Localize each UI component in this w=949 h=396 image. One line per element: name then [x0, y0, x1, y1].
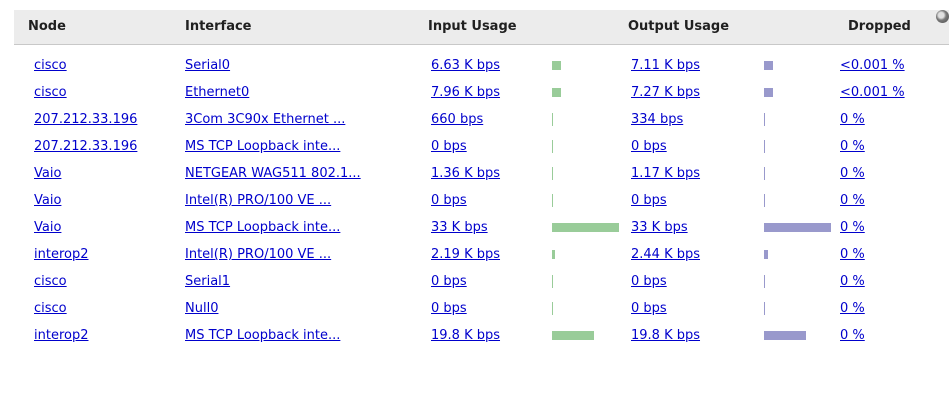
input-usage-bar: [552, 250, 555, 259]
input-usage-bar: [552, 88, 561, 97]
table-header: Node Interface Input Usage Output Usage …: [14, 10, 949, 45]
column-header-input-usage[interactable]: Input Usage: [428, 10, 517, 44]
input-usage-bar: [552, 167, 553, 180]
output-usage-bar: [764, 275, 765, 288]
table-row: cisco Ethernet0 7.96 K bps 7.27 K bps <0.001…: [14, 79, 949, 106]
output-usage-link[interactable]: 7.11 K bps: [631, 52, 700, 79]
table-row: 207.212.33.196 MS TCP Loopback inte... 0 b…: [14, 133, 949, 160]
node-link[interactable]: cisco: [34, 79, 67, 106]
output-usage-bar: [764, 223, 831, 232]
dropped-link[interactable]: 0 %: [840, 133, 865, 160]
dropped-link[interactable]: 0 %: [840, 214, 865, 241]
input-usage-bar: [552, 331, 594, 340]
output-usage-link[interactable]: 7.27 K bps: [631, 79, 700, 106]
node-link[interactable]: Vaio: [34, 187, 61, 214]
interface-link[interactable]: Intel(R) PRO/100 VE ...: [185, 187, 331, 214]
table-row: interop2 Intel(R) PRO/100 VE ... 2.19 K bp…: [14, 241, 949, 268]
interface-link[interactable]: Serial1: [185, 268, 230, 295]
output-usage-link[interactable]: 33 K bps: [631, 214, 688, 241]
output-usage-bar: [764, 331, 806, 340]
input-usage-link[interactable]: 0 bps: [431, 133, 467, 160]
interface-link[interactable]: Null0: [185, 295, 218, 322]
input-usage-link[interactable]: 7.96 K bps: [431, 79, 500, 106]
dropped-link[interactable]: 0 %: [840, 106, 865, 133]
dropped-link[interactable]: 0 %: [840, 241, 865, 268]
input-usage-bar: [552, 194, 553, 207]
input-usage-link[interactable]: 660 bps: [431, 106, 483, 133]
table-row: Vaio NETGEAR WAG511 802.1... 1.36 K bps 1.1…: [14, 160, 949, 187]
table-row: 207.212.33.196 3Com 3C90x Ethernet ... 660…: [14, 106, 949, 133]
output-usage-bar: [764, 194, 765, 207]
node-link[interactable]: interop2: [34, 241, 88, 268]
node-link[interactable]: 207.212.33.196: [34, 133, 137, 160]
input-usage-bar: [552, 275, 553, 288]
column-header-output-usage[interactable]: Output Usage: [628, 10, 729, 44]
interface-usage-table: Node Interface Input Usage Output Usage …: [0, 0, 949, 396]
dropped-link[interactable]: 0 %: [840, 187, 865, 214]
input-usage-bar: [552, 113, 553, 126]
interface-link[interactable]: MS TCP Loopback inte...: [185, 214, 340, 241]
input-usage-link[interactable]: 0 bps: [431, 187, 467, 214]
input-usage-link[interactable]: 0 bps: [431, 268, 467, 295]
output-usage-bar: [764, 167, 765, 180]
node-link[interactable]: Vaio: [34, 160, 61, 187]
node-link[interactable]: cisco: [34, 52, 67, 79]
table-row: cisco Null0 0 bps 0 bps 0 %: [14, 295, 949, 322]
output-usage-link[interactable]: 1.17 K bps: [631, 160, 700, 187]
output-usage-bar: [764, 302, 765, 315]
interface-link[interactable]: MS TCP Loopback inte...: [185, 322, 340, 349]
interface-link[interactable]: Intel(R) PRO/100 VE ...: [185, 241, 331, 268]
output-usage-link[interactable]: 2.44 K bps: [631, 241, 700, 268]
node-link[interactable]: interop2: [34, 322, 88, 349]
input-usage-link[interactable]: 1.36 K bps: [431, 160, 500, 187]
dropped-link[interactable]: <0.001 %: [840, 79, 905, 106]
interface-link[interactable]: Serial0: [185, 52, 230, 79]
output-usage-link[interactable]: 19.8 K bps: [631, 322, 700, 349]
input-usage-bar: [552, 140, 553, 153]
input-usage-link[interactable]: 33 K bps: [431, 214, 488, 241]
input-usage-bar: [552, 61, 561, 70]
input-usage-link[interactable]: 0 bps: [431, 295, 467, 322]
output-usage-bar: [764, 113, 765, 126]
interface-link[interactable]: 3Com 3C90x Ethernet ...: [185, 106, 345, 133]
output-usage-bar: [764, 61, 773, 70]
node-link[interactable]: cisco: [34, 295, 67, 322]
dropped-link[interactable]: <0.001 %: [840, 52, 905, 79]
output-usage-link[interactable]: 0 bps: [631, 268, 667, 295]
table-row: cisco Serial1 0 bps 0 bps 0 %: [14, 268, 949, 295]
node-link[interactable]: Vaio: [34, 214, 61, 241]
input-usage-link[interactable]: 6.63 K bps: [431, 52, 500, 79]
interface-link[interactable]: NETGEAR WAG511 802.1...: [185, 160, 361, 187]
node-link[interactable]: 207.212.33.196: [34, 106, 137, 133]
input-usage-bar: [552, 223, 619, 232]
table-row: Vaio MS TCP Loopback inte... 33 K bps 33 K …: [14, 214, 949, 241]
dropped-link[interactable]: 0 %: [840, 268, 865, 295]
input-usage-link[interactable]: 19.8 K bps: [431, 322, 500, 349]
output-usage-bar: [764, 88, 773, 97]
dropped-link[interactable]: 0 %: [840, 322, 865, 349]
output-usage-bar: [764, 140, 765, 153]
dropped-link[interactable]: 0 %: [840, 160, 865, 187]
column-header-node[interactable]: Node: [28, 10, 66, 44]
output-usage-link[interactable]: 0 bps: [631, 133, 667, 160]
table-row: interop2 MS TCP Loopback inte... 19.8 K bp…: [14, 322, 949, 349]
column-header-interface[interactable]: Interface: [185, 10, 252, 44]
column-header-dropped[interactable]: Dropped: [848, 10, 911, 44]
interface-link[interactable]: Ethernet0: [185, 79, 249, 106]
sort-indicator-icon[interactable]: [936, 10, 949, 23]
input-usage-bar: [552, 302, 553, 315]
table-row: cisco Serial0 6.63 K bps 7.11 K bps <0.001 %: [14, 52, 949, 79]
output-usage-bar: [764, 250, 768, 259]
output-usage-link[interactable]: 0 bps: [631, 187, 667, 214]
table-row: Vaio Intel(R) PRO/100 VE ... 0 bps 0 bps 0 %: [14, 187, 949, 214]
output-usage-link[interactable]: 334 bps: [631, 106, 683, 133]
node-link[interactable]: cisco: [34, 268, 67, 295]
input-usage-link[interactable]: 2.19 K bps: [431, 241, 500, 268]
dropped-link[interactable]: 0 %: [840, 295, 865, 322]
output-usage-link[interactable]: 0 bps: [631, 295, 667, 322]
interface-link[interactable]: MS TCP Loopback inte...: [185, 133, 340, 160]
